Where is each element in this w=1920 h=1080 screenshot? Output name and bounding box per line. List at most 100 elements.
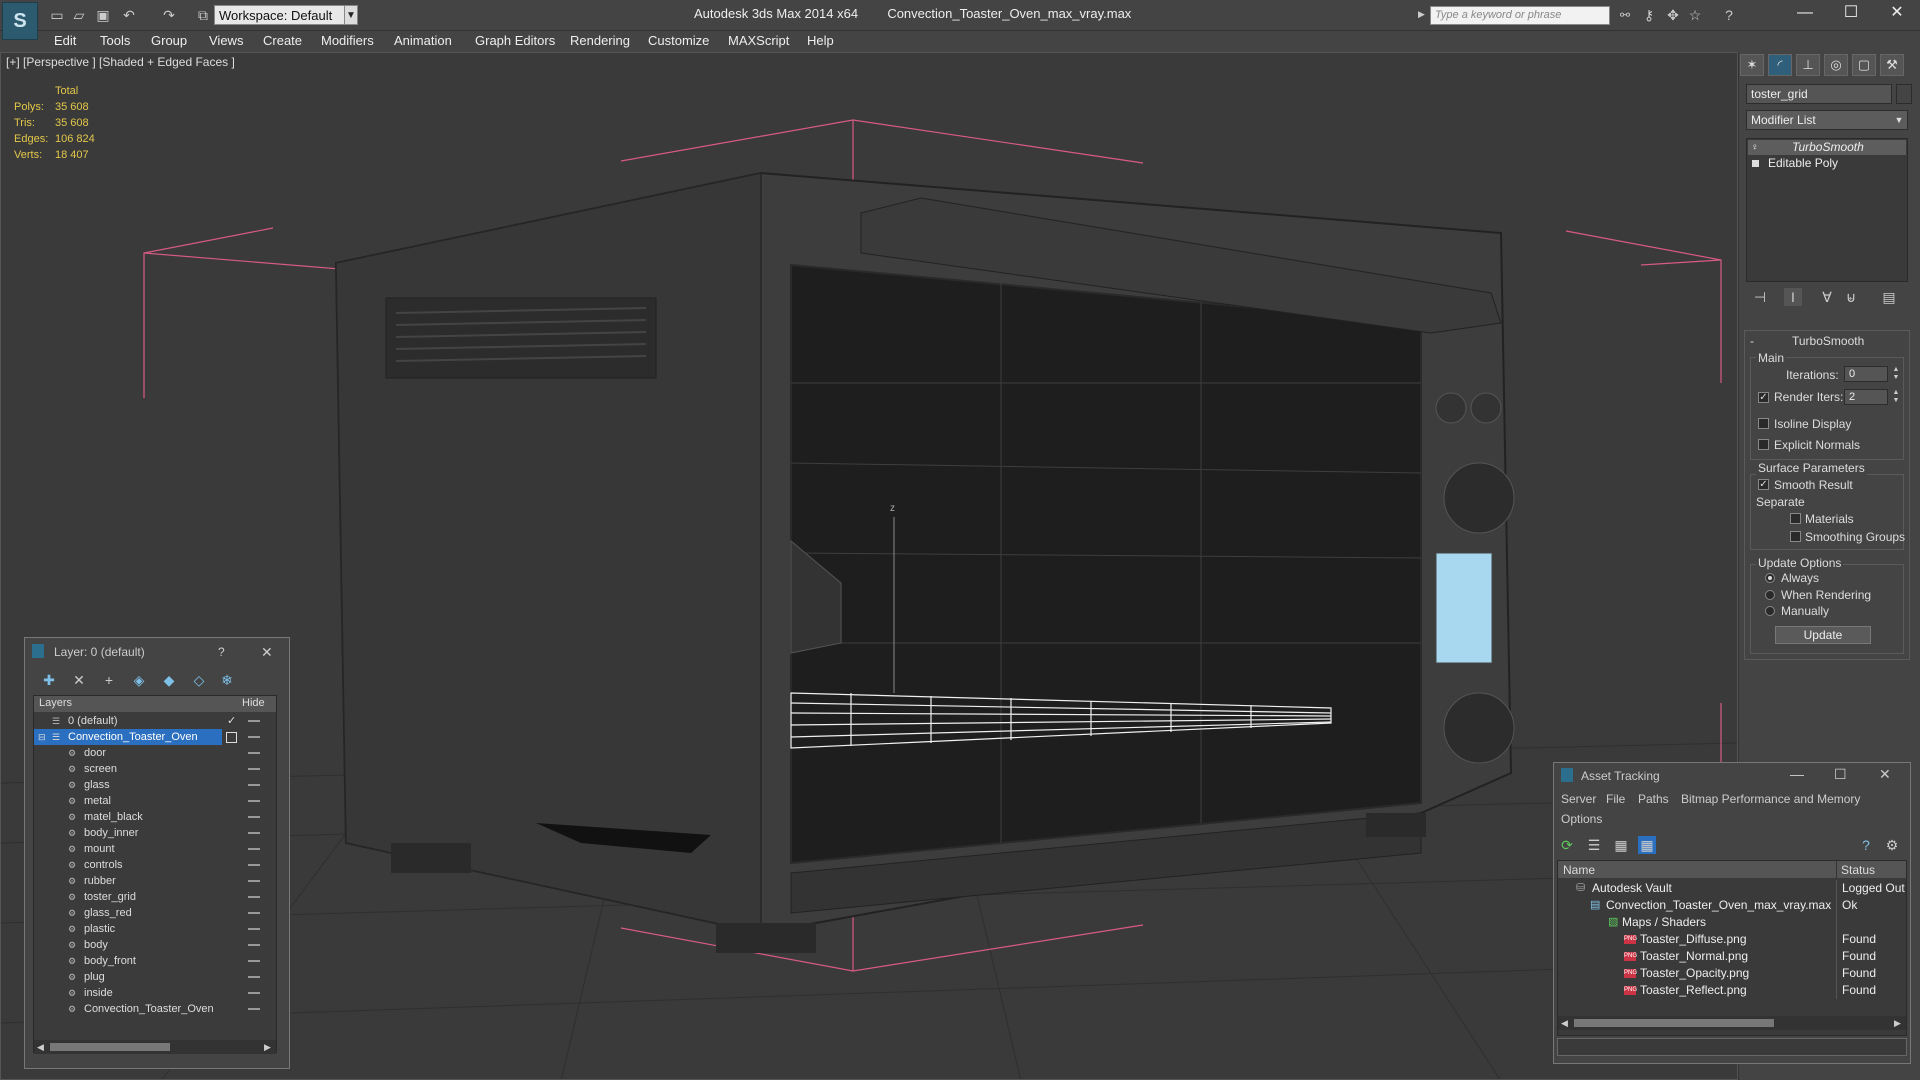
chevron-down-icon[interactable]: ▼	[344, 5, 358, 25]
asset-row[interactable]: ▤ Convection_Toaster_Oven_max_vray.max O…	[1560, 897, 1904, 914]
layer-row[interactable]: ⚙ plastic	[34, 921, 276, 937]
menu-graph-editors[interactable]: Graph Editors	[475, 31, 555, 51]
layer-row[interactable]: ⚙ inside	[34, 985, 276, 1001]
menu-maxscript[interactable]: MAXScript	[728, 31, 789, 51]
motion-tab-icon[interactable]: ◎	[1824, 54, 1848, 76]
hide-toggle[interactable]	[248, 880, 260, 882]
select-objects-icon[interactable]: ◈	[130, 671, 148, 689]
hide-toggle[interactable]	[248, 912, 260, 914]
modifier-list-dropdown[interactable]: Modifier List	[1746, 110, 1908, 130]
lightbulb-icon[interactable]: ♀	[1751, 140, 1759, 155]
stack-item-turbosmooth[interactable]: ♀ TurboSmooth	[1748, 140, 1906, 155]
hide-toggle[interactable]	[248, 816, 260, 818]
asset-row[interactable]: ▧ Maps / Shaders	[1560, 914, 1904, 931]
iterations-input[interactable]: 0	[1844, 366, 1888, 382]
stack-item-editable-poly[interactable]: Editable Poly	[1748, 156, 1906, 171]
hide-toggle[interactable]	[248, 1008, 260, 1010]
help-icon[interactable]: ?	[1857, 836, 1875, 854]
layer-row[interactable]: ⚙ metal	[34, 793, 276, 809]
hide-toggle[interactable]	[248, 960, 260, 962]
refresh-icon[interactable]: ⟳	[1558, 836, 1576, 854]
highlight-layer-icon[interactable]: ◆	[160, 671, 178, 689]
layer-row[interactable]: ⚙ controls	[34, 857, 276, 873]
hide-toggle[interactable]	[248, 992, 260, 994]
menu-rendering[interactable]: Rendering	[570, 31, 630, 51]
col-hide[interactable]: Hide	[242, 697, 265, 709]
maximize-button[interactable]: ☐	[1828, 0, 1874, 28]
hide-toggle[interactable]	[248, 720, 260, 722]
layer-row[interactable]: ⚙ plug	[34, 969, 276, 985]
layer-row[interactable]: ⊟ ☰ Convection_Toaster_Oven	[34, 729, 276, 745]
utilities-tab-icon[interactable]: ⚒	[1880, 54, 1904, 76]
asset-row[interactable]: ⛁ Autodesk Vault Logged Out	[1560, 880, 1905, 897]
new-file-icon[interactable]: ▭	[48, 6, 66, 24]
asset-menu-server[interactable]: Server	[1561, 792, 1596, 806]
rollout-title[interactable]: TurboSmooth	[1792, 334, 1864, 348]
asset-minimize-button[interactable]: —	[1790, 766, 1804, 782]
asset-menu-paths[interactable]: Paths	[1638, 792, 1669, 806]
create-tab-icon[interactable]: ✶	[1740, 54, 1764, 76]
asset-row[interactable]: PNG Toaster_Diffuse.png Found	[1560, 931, 1904, 948]
viewport-label[interactable]: [+] [Perspective ] [Shaded + Edged Faces…	[6, 55, 235, 69]
make-unique-icon[interactable]: ∀	[1818, 288, 1836, 306]
asset-row[interactable]: PNG Toaster_Opacity.png Found	[1560, 965, 1904, 982]
iterations-spinner[interactable]: ▲ ▼	[1888, 366, 1904, 382]
hide-toggle[interactable]	[248, 832, 260, 834]
configure-sets-icon[interactable]: ▤	[1880, 288, 1898, 306]
save-icon[interactable]: ▣	[94, 6, 112, 24]
hide-toggle[interactable]	[248, 736, 260, 738]
materials-checkbox[interactable]	[1790, 513, 1801, 524]
hide-toggle[interactable]	[248, 944, 260, 946]
layer-row[interactable]: ⚙ body_inner	[34, 825, 276, 841]
update-button[interactable]: Update	[1775, 626, 1871, 644]
scroll-thumb[interactable]	[1574, 1019, 1774, 1027]
layer-row[interactable]: ⚙ door	[34, 745, 276, 761]
menu-tools[interactable]: Tools	[100, 31, 130, 51]
object-color-swatch[interactable]	[1896, 84, 1912, 104]
search-input[interactable]: Type a keyword or phrase	[1430, 6, 1610, 25]
app-logo-icon[interactable]: S	[2, 2, 38, 40]
asset-maximize-button[interactable]: ☐	[1834, 766, 1847, 783]
menu-help[interactable]: Help	[807, 31, 834, 51]
layer-help-button[interactable]: ?	[218, 645, 225, 659]
hide-toggle[interactable]	[248, 768, 260, 770]
menu-animation[interactable]: Animation	[394, 31, 452, 51]
collapse-icon[interactable]: ⊟	[38, 732, 48, 742]
active-layer-box[interactable]	[226, 732, 237, 743]
asset-menu-options[interactable]: Options	[1561, 812, 1602, 826]
layer-row[interactable]: ⚙ Convection_Toaster_Oven	[34, 1001, 276, 1017]
smoothing-groups-checkbox[interactable]	[1790, 531, 1801, 542]
layer-row[interactable]: ⚙ body	[34, 937, 276, 953]
asset-path-field[interactable]	[1557, 1038, 1907, 1056]
asset-close-button[interactable]: ✕	[1879, 766, 1891, 783]
chevron-down-icon[interactable]: ▼	[1892, 112, 1906, 128]
hide-toggle[interactable]	[248, 784, 260, 786]
key-icon[interactable]: ⚷	[1640, 6, 1658, 24]
scroll-right-icon[interactable]: ▶	[264, 1040, 271, 1054]
scroll-left-icon[interactable]: ◀	[1561, 1016, 1568, 1030]
layer-row[interactable]: ⚙ glass_red	[34, 905, 276, 921]
hide-toggle[interactable]	[248, 800, 260, 802]
render-iters-input[interactable]: 2	[1844, 389, 1888, 405]
layer-row[interactable]: ☰ 0 (default) ✓	[34, 713, 276, 729]
hide-toggle[interactable]	[248, 848, 260, 850]
hide-toggle[interactable]	[248, 752, 260, 754]
layer-row[interactable]: ⚙ screen	[34, 761, 276, 777]
layer-row[interactable]: ⚙ mount	[34, 841, 276, 857]
rollout-collapse-icon[interactable]: -	[1750, 334, 1754, 348]
modify-tab-icon[interactable]: ◜	[1768, 54, 1792, 76]
freeze-all-icon[interactable]: ❄	[218, 671, 236, 689]
close-button[interactable]: ✕	[1874, 0, 1920, 28]
menu-modifiers[interactable]: Modifiers	[321, 31, 374, 51]
hide-all-icon[interactable]: ◇	[190, 671, 208, 689]
project-folder-icon[interactable]: ⧉	[194, 6, 212, 24]
update-when-rendering-radio[interactable]	[1765, 590, 1775, 600]
layer-row[interactable]: ⚙ body_front	[34, 953, 276, 969]
object-name-field[interactable]: toster_grid	[1746, 84, 1892, 104]
update-always-radio[interactable]	[1765, 573, 1775, 583]
table-view-icon[interactable]: ▦	[1638, 836, 1656, 854]
create-layer-icon[interactable]: ✚	[40, 671, 58, 689]
menu-views[interactable]: Views	[209, 31, 243, 51]
layer-row[interactable]: ⚙ matel_black	[34, 809, 276, 825]
render-iters-spinner[interactable]: ▲ ▼	[1888, 389, 1904, 405]
